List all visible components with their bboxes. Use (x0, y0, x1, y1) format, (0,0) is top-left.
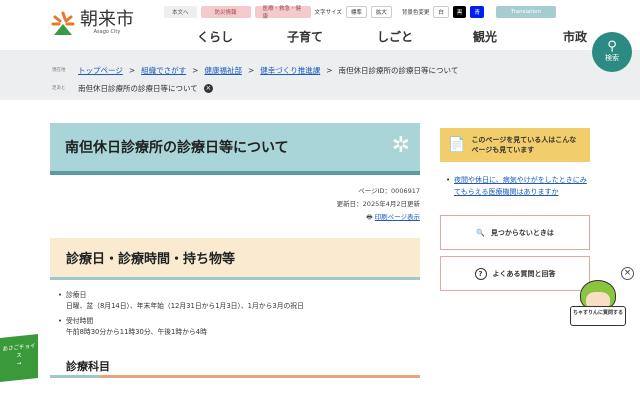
breadcrumb-link[interactable]: 組織でさがす (141, 65, 186, 76)
breadcrumb-link[interactable]: トップページ (78, 65, 123, 76)
bg-blue-button[interactable]: 青 (470, 6, 484, 18)
main-content: 南但休日診療所の診療日等について ✲ ページID：0006917 更新日：2025… (50, 123, 420, 378)
font-standard-button[interactable]: 標準 (345, 6, 367, 18)
disaster-info-button[interactable]: 防災情報 (200, 6, 251, 18)
chatbot-button[interactable]: ちゃすりんに質問する (568, 280, 628, 342)
close-icon[interactable]: × (203, 83, 213, 93)
item-label: 受付時間 (66, 317, 94, 325)
skip-to-content-button[interactable]: 本文へ (164, 6, 197, 18)
asago-choice-banner[interactable]: あさごチョイス → (0, 334, 38, 382)
search-button[interactable]: ⚲ 検索 (592, 32, 632, 72)
recommend-title: このページを見ている人はこんなページも見ています (471, 136, 577, 154)
global-nav: くらし 子育て しごと 観光 市政 (170, 28, 620, 45)
nav-work[interactable]: しごと (350, 28, 440, 45)
document-search-icon: 🔍 (476, 228, 485, 237)
history-label: 足あと (52, 86, 66, 91)
nav-childcare[interactable]: 子育て (260, 28, 350, 45)
not-found-button[interactable]: 🔍 見つからないときは (440, 215, 590, 250)
question-bubble-icon: ? (474, 267, 487, 280)
history-item[interactable]: 南但休日診療所の診療日等について (78, 83, 198, 94)
document-eye-icon: 📄 (448, 137, 466, 153)
item-text: 午前8時30分から11時30分、午後1時から4時 (66, 328, 207, 336)
page-title: 南但休日診療所の診療日等について ✲ (50, 123, 420, 175)
breadcrumb-link[interactable]: 健康福祉部 (204, 65, 242, 76)
subsection-heading: 診療科目 (50, 358, 420, 378)
bg-color-label: 背景色変更 (401, 10, 430, 16)
info-list: 診療日日曜、盆（8月14日）、年末年始（12月31日から1月3日）、1月から3月… (50, 290, 420, 338)
breadcrumb-current: 南但休日診療所の診療日等について (338, 65, 459, 75)
faq-label: よくある質問と回答 (492, 269, 556, 278)
page-title-text: 南但休日診療所の診療日等について (65, 140, 289, 156)
breadcrumb: 現在地 トップページ > 組織でさがす > 健康福祉部 > 健幸づくり推進課 > 南但休… (0, 50, 640, 100)
page-id: ページID：0006917 (358, 187, 420, 195)
printer-icon: 🖶 (366, 213, 373, 221)
chatbot-label: ちゃすりんに質問する (570, 306, 626, 326)
nav-living[interactable]: くらし (170, 28, 260, 45)
search-label: 検索 (605, 54, 619, 62)
translation-button[interactable]: Translation (495, 6, 556, 18)
nav-tourism[interactable]: 観光 (440, 28, 530, 45)
bg-black-button[interactable]: 黒 (452, 6, 467, 18)
page-meta: ページID：0006917 更新日：2025年4月2日更新 🖶 印刷ページ表示 (50, 185, 420, 224)
updated-date: 更新日：2025年4月2日更新 (336, 200, 420, 208)
medical-info-button[interactable]: 医療・救急・健康 (254, 6, 311, 20)
list-item: 診療日日曜、盆（8月14日）、年末年始（12月31日から1月3日）、1月から3月… (58, 290, 420, 312)
utility-bar: 本文へ 防災情報 医療・救急・健康 文字サイズ 標準 拡大 背景色変更 白 黒 … (164, 6, 556, 20)
font-size-label: 文字サイズ (314, 10, 342, 16)
section-heading: 診療日・診療時間・持ち物等 (50, 238, 420, 280)
item-text: 日曜、盆（8月14日）、年末年始（12月31日から1月3日）、1月から3月の祝日 (66, 302, 304, 310)
not-found-label: 見つからないときは (490, 228, 554, 237)
font-large-button[interactable]: 拡大 (370, 6, 392, 18)
sidebar: 📄 このページを見ている人はこんなページも見ています 夜間や休日に、病気やけがをし… (440, 128, 590, 291)
recommend-heading: 📄 このページを見ている人はこんなページも見ています (440, 128, 590, 162)
logo-name: 朝来市 (80, 9, 134, 30)
list-item: 受付時間午前8時30分から11時30分、午後1時から4時 (58, 316, 420, 338)
recommended-link[interactable]: 夜間や休日に、病気やけがをしたときにみてもらえる医療機関はありますか (454, 176, 587, 196)
site-logo[interactable]: 朝来市 Asago City (50, 10, 134, 36)
item-label: 診療日 (66, 291, 87, 299)
site-header: 朝来市 Asago City 本文へ 防災情報 医療・救急・健康 文字サイズ 標準… (0, 0, 640, 50)
logo-mark-icon (51, 11, 75, 35)
print-link[interactable]: 印刷ページ表示 (375, 213, 420, 221)
current-location-label: 現在地 (52, 68, 66, 73)
logo-watermark-icon: ✲ (391, 133, 410, 158)
breadcrumb-link[interactable]: 健幸づくり推進課 (260, 65, 320, 76)
search-icon: ⚲ (607, 39, 617, 54)
bg-white-button[interactable]: 白 (433, 6, 449, 18)
chatbot-close-icon[interactable]: × (621, 267, 634, 280)
